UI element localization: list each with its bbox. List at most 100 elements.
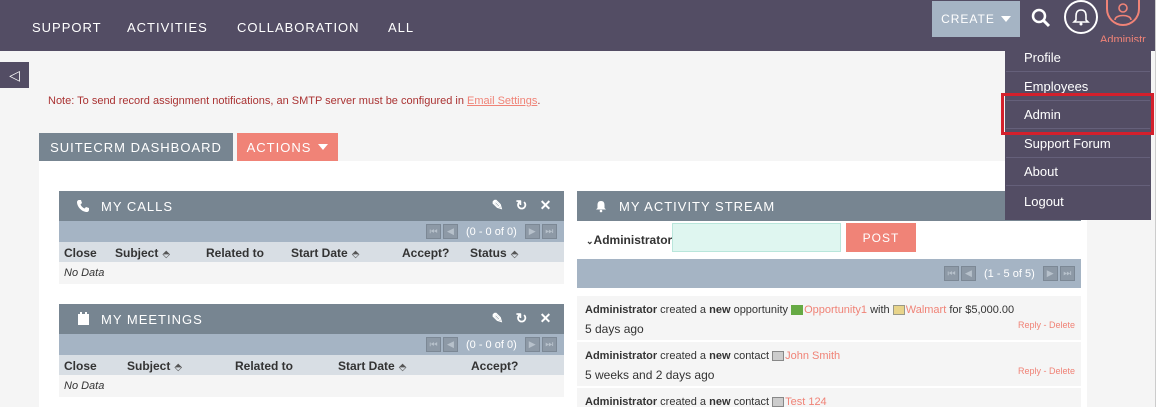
activity-stream-dashlet: MY ACTIVITY STREAM ⌄Administrator POST ⏮… [577, 191, 1081, 407]
my-calls-header: MY CALLS ✎ ↻ ✕ [59, 191, 564, 221]
next-page-icon[interactable]: ▶ [524, 337, 540, 352]
note-text: Note: To send record assignment notifica… [48, 95, 468, 107]
create-button[interactable]: CREATE [932, 1, 1020, 37]
close-icon[interactable]: ✕ [538, 310, 554, 326]
menu-item-profile[interactable]: Profile [1006, 44, 1150, 72]
create-label: CREATE [941, 12, 995, 26]
my-meetings-dashlet: MY MEETINGS ✎ ↻ ✕ ⏮ ◀ (0 - 0 of 0) ▶ ⏭ C… [59, 304, 564, 397]
opportunity-icon [791, 305, 804, 316]
chevron-down-icon: ⌄ [586, 236, 594, 246]
scrollbar[interactable] [1155, 0, 1161, 407]
stream-item: Administrator created a new contact John… [577, 342, 1081, 388]
first-page-icon[interactable]: ⏮ [426, 224, 441, 239]
calendar-icon [75, 312, 91, 326]
my-meetings-columns: Close Subject ⬘ Related to Start Date ⬘ Ac… [59, 355, 564, 375]
delete-link[interactable]: Delete [1049, 320, 1075, 330]
col-accept: Accept? [402, 246, 450, 260]
reply-link[interactable]: Reply [1018, 366, 1041, 376]
triangle-left-icon: ◁ [9, 66, 20, 83]
last-page-icon[interactable]: ⏭ [1059, 266, 1075, 281]
next-page-icon[interactable]: ▶ [524, 224, 540, 239]
edit-pencil-icon[interactable]: ✎ [490, 197, 506, 213]
opportunity-link[interactable]: Opportunity1 [804, 304, 867, 316]
contact-card-icon [772, 351, 785, 362]
col-status[interactable]: Status ⬘ [470, 246, 518, 260]
sort-icon[interactable]: ⬘ [352, 249, 360, 260]
sort-icon[interactable]: ⬘ [399, 362, 407, 373]
my-calls-dashlet: MY CALLS ✎ ↻ ✕ ⏮ ◀ (0 - 0 of 0) ▶ ⏭ Clos… [59, 191, 564, 284]
my-calls-title: MY CALLS [101, 198, 174, 214]
post-author: ⌄Administrator [586, 233, 673, 247]
col-close: Close [64, 359, 97, 373]
my-meetings-empty: No Data [59, 375, 564, 397]
my-calls-columns: Close Subject ⬘ Related to Start Date ⬘ Ac… [59, 242, 564, 262]
actions-button[interactable]: ACTIONS [237, 133, 338, 161]
nav-collaboration[interactable]: COLLABORATION [237, 20, 360, 35]
stream-actions: Reply - Delete [1017, 320, 1075, 330]
activity-stream-title: MY ACTIVITY STREAM [619, 198, 776, 214]
my-meetings-title: MY MEETINGS [101, 311, 203, 327]
pager-count: (0 - 0 of 0) [466, 338, 517, 351]
sort-icon[interactable]: ⬘ [162, 249, 170, 260]
actions-label: ACTIONS [246, 139, 312, 155]
col-subject[interactable]: Subject ⬘ [127, 359, 182, 373]
phone-icon [75, 199, 91, 213]
email-settings-link[interactable]: Email Settings [467, 95, 537, 107]
nav-activities[interactable]: ACTIVITIES [127, 20, 208, 35]
stream-item: Administrator created a new opportunity … [577, 296, 1081, 342]
pager-count: (1 - 5 of 5) [984, 267, 1035, 280]
last-page-icon[interactable]: ⏭ [541, 224, 557, 239]
post-button[interactable]: POST [846, 223, 916, 252]
contact-link[interactable]: John Smith [785, 350, 840, 362]
stream-pager: ⏮ ◀ (1 - 5 of 5) ▶ ⏭ [577, 259, 1081, 288]
prev-page-icon[interactable]: ◀ [443, 337, 458, 352]
refresh-icon[interactable]: ↻ [514, 310, 530, 326]
sort-icon[interactable]: ⬘ [511, 249, 519, 260]
next-page-icon[interactable]: ▶ [1042, 266, 1058, 281]
bell-icon [593, 200, 609, 213]
nav-support[interactable]: SUPPORT [32, 20, 102, 35]
col-related-to: Related to [206, 246, 265, 260]
col-start-date[interactable]: Start Date ⬘ [291, 246, 359, 260]
user-avatar-icon[interactable] [1106, 0, 1140, 26]
caret-down-icon [318, 144, 329, 150]
tab-suitecrm-dashboard[interactable]: SUITECRM DASHBOARD [39, 133, 233, 161]
stream-actions: Reply - Delete [1017, 366, 1075, 376]
menu-item-about[interactable]: About [1006, 158, 1150, 186]
note-suffix: . [537, 95, 541, 107]
tab-dashboard-label: SUITECRM DASHBOARD [50, 139, 222, 155]
col-subject[interactable]: Subject ⬘ [115, 246, 170, 260]
sort-icon[interactable]: ⬘ [174, 362, 182, 373]
col-related-to: Related to [235, 359, 294, 373]
stream-item: Administrator created a new contact Test… [577, 388, 1081, 407]
refresh-icon[interactable]: ↻ [514, 197, 530, 213]
reply-link[interactable]: Reply [1018, 320, 1041, 330]
my-calls-empty: No Data [59, 262, 564, 284]
first-page-icon[interactable]: ⏮ [944, 266, 959, 281]
sidebar-toggle-button[interactable]: ◁ [0, 62, 29, 88]
last-page-icon[interactable]: ⏭ [541, 337, 557, 352]
post-input[interactable] [672, 223, 841, 252]
delete-link[interactable]: Delete [1049, 366, 1075, 376]
my-meetings-pager: ⏮ ◀ (0 - 0 of 0) ▶ ⏭ [59, 334, 564, 355]
menu-item-logout[interactable]: Logout [1006, 187, 1150, 215]
my-calls-pager: ⏮ ◀ (0 - 0 of 0) ▶ ⏭ [59, 221, 564, 242]
edit-pencil-icon[interactable]: ✎ [490, 310, 506, 326]
stream-time: 5 weeks and 2 days ago [585, 368, 715, 382]
col-start-date[interactable]: Start Date ⬘ [338, 359, 406, 373]
prev-page-icon[interactable]: ◀ [443, 224, 458, 239]
account-folder-icon [892, 305, 905, 316]
col-accept: Accept? [471, 359, 519, 373]
stream-text: Administrator created a new opportunity … [585, 304, 1015, 316]
account-link[interactable]: Walmart [906, 304, 947, 316]
close-icon[interactable]: ✕ [538, 197, 554, 213]
top-nav-bar: SUPPORT ACTIVITIES COLLABORATION ALL CRE… [0, 0, 1161, 51]
nav-all[interactable]: ALL [388, 20, 414, 35]
prev-page-icon[interactable]: ◀ [961, 266, 976, 281]
first-page-icon[interactable]: ⏮ [426, 337, 441, 352]
bell-icon[interactable] [1064, 0, 1098, 34]
contact-link[interactable]: Test 124 [785, 396, 827, 407]
admin-highlight-box [1001, 93, 1154, 135]
search-icon[interactable] [1031, 8, 1051, 28]
col-close: Close [64, 246, 97, 260]
